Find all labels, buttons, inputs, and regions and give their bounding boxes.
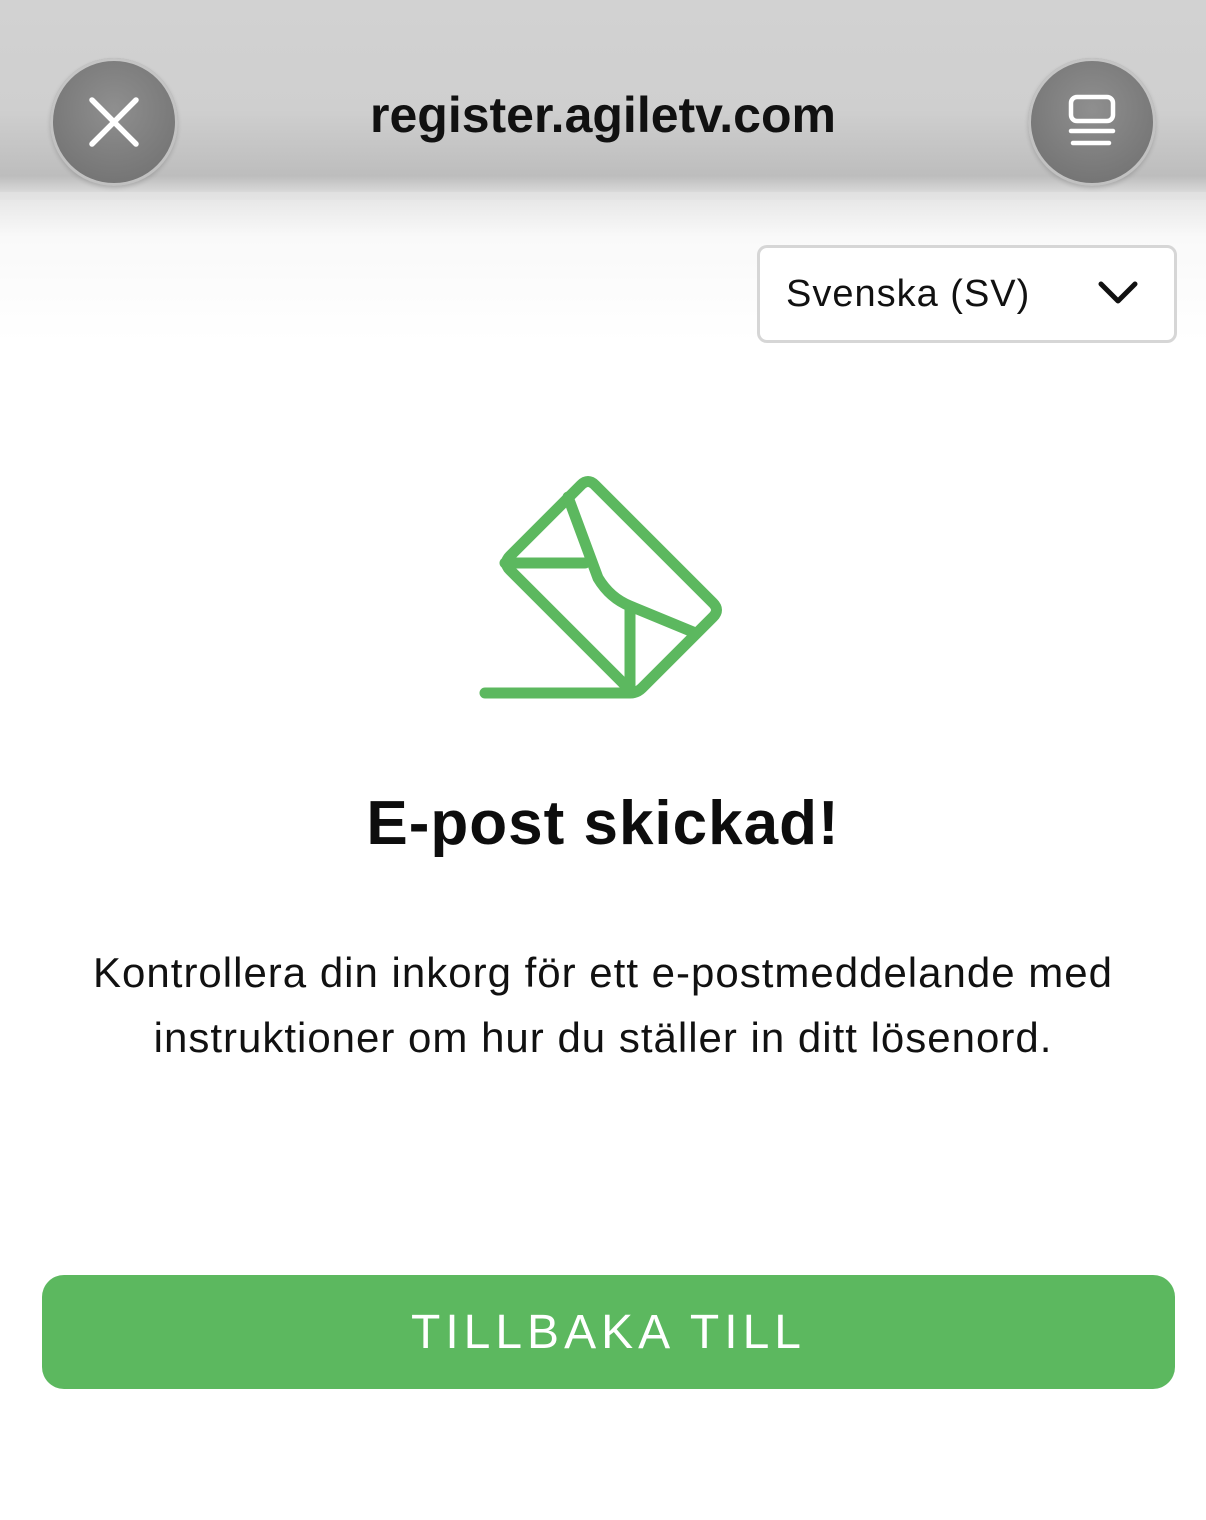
reader-mode-icon [1068,94,1116,146]
close-icon [89,97,139,147]
language-select-value: Svenska (SV) [786,272,1031,315]
page: register.agiletv.com Svenska (SV) E-post… [0,0,1206,1520]
envelope-sent-icon [479,476,722,699]
close-button[interactable] [50,58,178,186]
chevron-down-icon [1098,281,1138,304]
browser-top-bar: register.agiletv.com [0,0,1206,200]
language-select[interactable]: Svenska (SV) [757,245,1177,343]
back-button[interactable]: TILLBAKA TILL [42,1275,1175,1389]
page-url[interactable]: register.agiletv.com [250,86,956,144]
reader-mode-button[interactable] [1028,58,1156,186]
instruction-message: Kontrollera din inkorg för ett e-postmed… [93,949,1113,1061]
page-title: E-post skickad! [366,789,840,858]
